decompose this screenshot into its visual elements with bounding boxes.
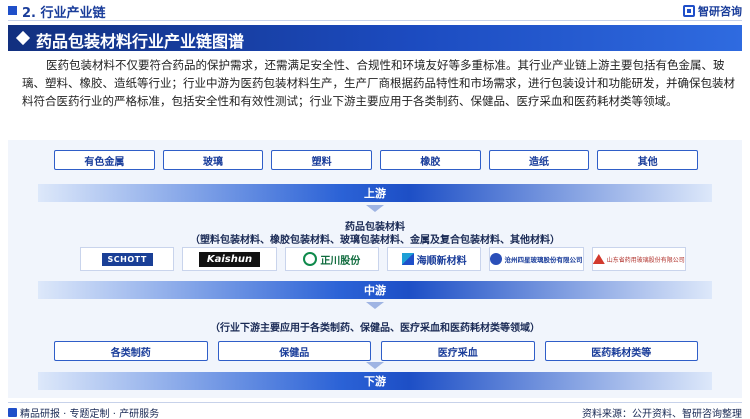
zhengchuan-logo: 正川股份 [303,252,360,267]
company-logo: 正川股份 [284,247,379,271]
report-icon [8,408,17,417]
downstream-band: 下游 [38,372,712,390]
upstream-item: 造纸 [488,150,590,170]
company-logo: 海顺新材料 [386,247,482,271]
upstream-item: 橡胶 [380,150,481,170]
schott-logo: SCHOTT [101,252,153,266]
arrow-down-icon [366,302,384,309]
downstream-item: 各类制药 [54,341,208,361]
section-title: 2. 行业产业链 [22,6,106,21]
shandong-glass-logo: 山东省药用玻璃股份有限公司 [592,254,685,264]
upstream-item: 其他 [597,150,699,170]
downstream-item: 医药耗材类等 [544,341,698,361]
arrow-down-icon [366,362,384,369]
downstream-item: 医疗采血 [381,341,535,361]
sixing-name: 沧州四星玻璃股份有限公司 [504,256,583,264]
footer-divider [8,402,742,403]
upstream-item: 塑料 [271,150,373,170]
upstream-items: 有色金属 玻璃 塑料 橡胶 造纸 其他 [54,150,699,170]
arrow-down-icon [366,205,384,212]
company-logo: 山东省药用玻璃股份有限公司 [591,247,686,271]
upstream-item: 有色金属 [54,150,155,170]
midstream-subtitle: （塑料包装材料、橡胶包装材料、玻璃包装材料、金属及复合包装材料、其他材料） [190,235,560,246]
downstream-items: 各类制药 保健品 医疗采血 医药耗材类等 [54,341,698,361]
top-header: 2. 行业产业链 智研咨询 [0,0,750,22]
header-divider [8,20,742,21]
sixing-glass-logo: 沧州四星玻璃股份有限公司 [490,253,582,265]
haishun-name: 海顺新材料 [416,255,467,267]
upstream-item: 玻璃 [162,150,264,170]
company-logo: SCHOTT [80,247,175,271]
footer-tagline: 精品研报 · 专题定制 · 产研服务 [8,405,159,419]
brand-name: 智研咨询 [698,5,742,18]
zhengchuan-mark-icon [303,252,318,266]
downstream-note: （行业下游主要应用于各类制药、保健品、医疗采血和医药耗材类等领域） [210,323,540,334]
shandong-mark-icon [592,254,605,264]
title-banner: 药品包装材料行业产业链图谱 [8,25,742,51]
company-logo: 沧州四星玻璃股份有限公司 [489,247,584,271]
data-source: 资料来源：公开资料、智研咨询整理 [582,409,742,419]
intro-paragraph: 医药包装材料不仅要符合药品的保护需求，还需满足安全性、合规性和环境友好等多重标准… [22,58,735,108]
page-title: 药品包装材料行业产业链图谱 [36,32,245,51]
brand: 智研咨询 [683,3,742,19]
upstream-band: 上游 [38,184,712,202]
midstream-band: 中游 [38,281,712,299]
section-marker-icon [8,6,17,15]
diamond-icon [15,30,31,46]
footer-tagline-text: 精品研报 · 专题定制 · 产研服务 [20,409,160,419]
kaishun-logo: Kaishun [198,251,261,267]
sixing-mark-icon [490,253,503,265]
haishun-mark-icon [401,253,414,265]
shandong-name: 山东省药用玻璃股份有限公司 [606,256,685,264]
haishun-logo: 海顺新材料 [401,252,467,267]
midstream-company-logos: SCHOTT Kaishun 正川股份 海顺新材料 沧州四星玻璃股份有限公司 山… [80,247,686,271]
downstream-item: 保健品 [217,341,371,361]
company-logo: Kaishun [182,247,277,271]
zhengchuan-name: 正川股份 [320,255,361,267]
brand-logo-icon [683,5,695,17]
